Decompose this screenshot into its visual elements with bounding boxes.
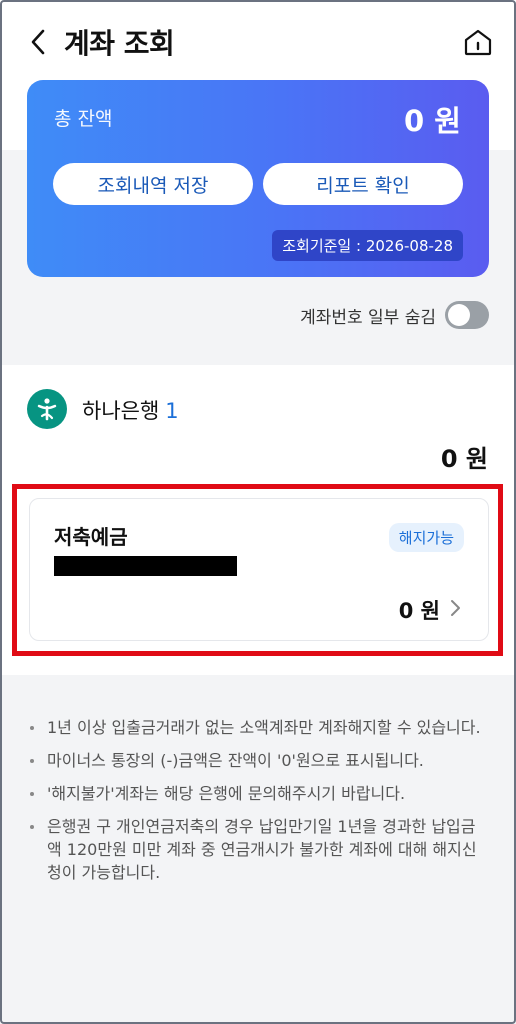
account-amount: 0 원: [398, 599, 440, 623]
bank-name-label: 하나은행: [82, 399, 160, 423]
bank-section: 하나은행 1 0 원 저축예금 해지가능 0 원: [0, 365, 516, 675]
total-balance-amount: 0 원: [404, 104, 461, 138]
notice-item: 마이너스 통장의 (-)금액은 잔액이 '0'원으로 표시됩니다.: [27, 749, 489, 772]
mask-account-row: 계좌번호 일부 숨김: [0, 295, 516, 335]
notice-item: 은행권 구 개인연금저축의 경우 납입만기일 1년을 경과한 납입금액 120만…: [27, 815, 489, 884]
account-name: 저축예금: [54, 525, 128, 549]
notice-item: '해지불가'계좌는 해당 은행에 문의해주시기 바랍니다.: [27, 782, 489, 805]
save-history-button[interactable]: 조회내역 저장: [53, 163, 253, 205]
notice-item: 1년 이상 입출금거래가 없는 소액계좌만 계좌해지할 수 있습니다.: [27, 716, 489, 739]
report-button[interactable]: 리포트 확인: [263, 163, 463, 205]
account-number-redacted: [54, 556, 237, 576]
account-card[interactable]: 저축예금 해지가능 0 원: [29, 498, 489, 641]
status-badge: 해지가능: [388, 523, 464, 552]
balance-card: 총 잔액 0 원 조회내역 저장 리포트 확인 조회기준일 : 2026-08-…: [27, 80, 489, 277]
chevron-left-icon: [31, 29, 45, 55]
bank-logo-icon: [27, 389, 67, 429]
notice-list: 1년 이상 입출금거래가 없는 소액계좌만 계좌해지할 수 있습니다. 마이너스…: [27, 716, 489, 894]
mask-account-label: 계좌번호 일부 숨김: [300, 308, 436, 328]
bank-total-amount: 0 원: [440, 445, 488, 473]
home-button[interactable]: [462, 26, 494, 58]
total-balance-label: 총 잔액: [54, 108, 113, 130]
bank-account-count: 1: [165, 399, 179, 423]
reference-date: 조회기준일 : 2026-08-28: [272, 230, 463, 261]
bank-name: 하나은행 1: [82, 395, 179, 425]
toggle-knob: [448, 304, 470, 326]
home-icon: [464, 29, 492, 56]
back-button[interactable]: [22, 26, 54, 58]
chevron-right-icon: [451, 600, 460, 616]
page-title: 계좌 조회: [64, 27, 175, 60]
mask-account-toggle[interactable]: [445, 301, 489, 329]
